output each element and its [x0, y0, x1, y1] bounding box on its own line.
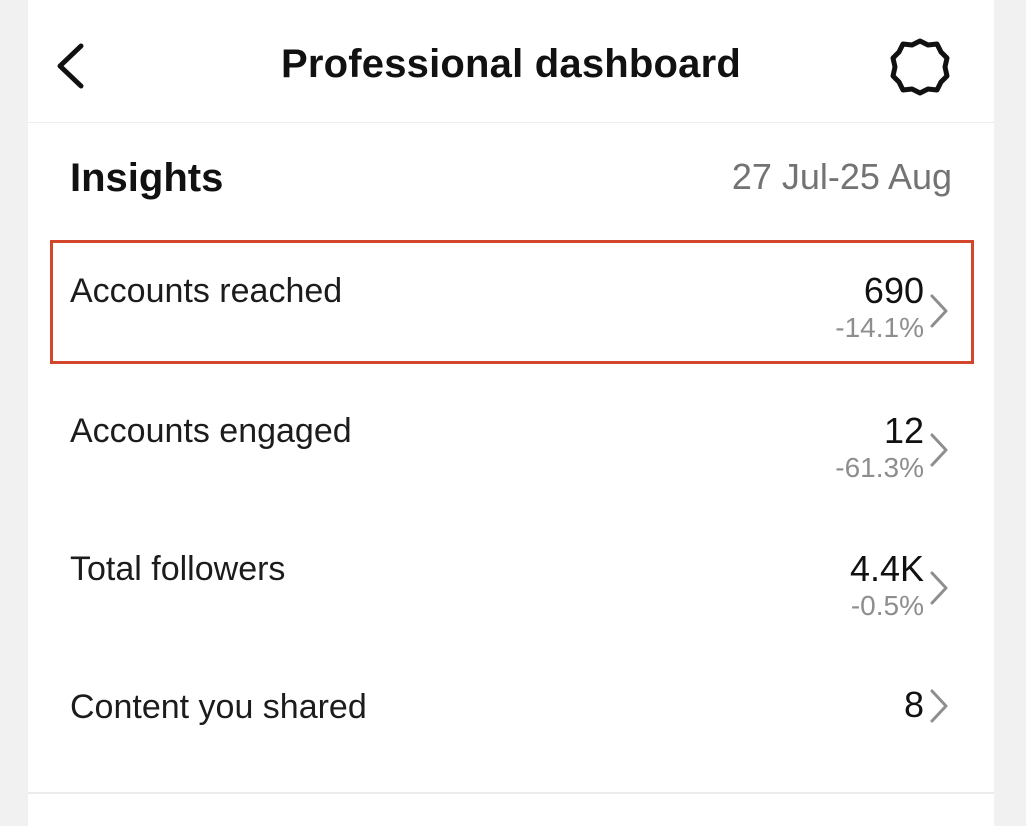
app-screen: Professional dashboard Insights 27 Jul-2… — [28, 0, 994, 826]
metric-label: Total followers — [70, 550, 286, 588]
insights-heading: Insights — [70, 156, 224, 200]
chevron-right-icon — [926, 430, 952, 470]
metric-row-accounts-engaged[interactable]: Accounts engaged 12 -61.3% — [50, 382, 974, 506]
chevron-right-icon — [926, 686, 952, 726]
metric-value: 12 — [883, 410, 924, 451]
metric-value: 690 — [863, 270, 924, 311]
metric-values: 4.4K -0.5% — [850, 548, 924, 622]
metric-value: 8 — [903, 684, 924, 725]
metric-label: Accounts engaged — [70, 412, 352, 450]
metric-change: -14.1% — [835, 312, 924, 343]
metric-value: 4.4K — [849, 548, 924, 589]
metric-row-total-followers[interactable]: Total followers 4.4K -0.5% — [50, 520, 974, 644]
metric-label: Content you shared — [70, 688, 367, 726]
metric-row-content-you-shared[interactable]: Content you shared 8 — [50, 658, 974, 758]
metric-change: -61.3% — [835, 452, 924, 483]
chevron-right-icon — [926, 291, 952, 331]
metric-row-accounts-reached[interactable]: Accounts reached 690 -14.1% — [50, 240, 974, 364]
metric-values: 8 — [904, 684, 924, 726]
metric-label: Accounts reached — [70, 272, 343, 310]
section-divider — [28, 792, 994, 794]
page-title: Professional dashboard — [280, 42, 742, 86]
chevron-right-icon — [926, 568, 952, 608]
gear-icon — [890, 38, 950, 96]
top-navigation-bar: Professional dashboard — [28, 0, 994, 123]
metric-values: 12 -61.3% — [835, 410, 924, 484]
metric-change: -0.5% — [850, 590, 924, 621]
metric-values: 690 -14.1% — [835, 270, 924, 344]
date-range[interactable]: 27 Jul-25 Aug — [732, 156, 952, 198]
settings-button[interactable] — [886, 34, 954, 100]
